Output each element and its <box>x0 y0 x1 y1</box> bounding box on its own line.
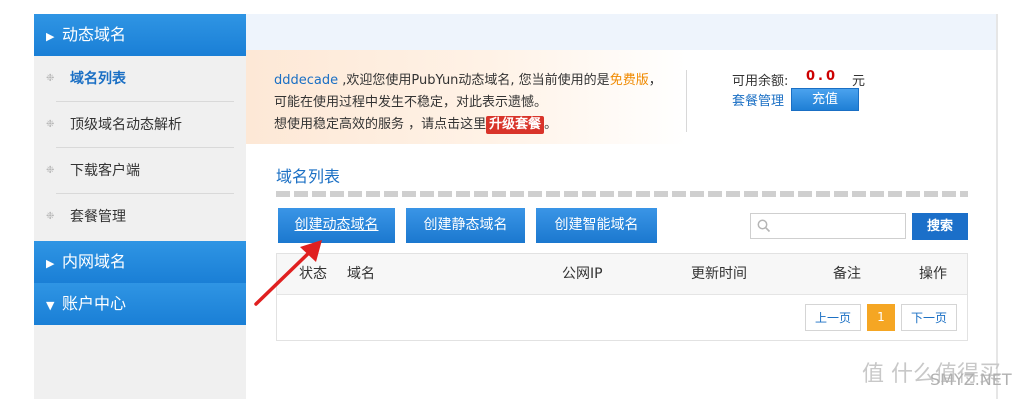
sidebar-section-label: 内网域名 <box>62 252 127 271</box>
search-button[interactable]: 搜索 <box>912 213 968 240</box>
sidebar-item-top-domain-dns[interactable]: ❉ 顶级域名动态解析 <box>34 102 246 148</box>
upgrade-prompt: 想使用稳定高效的服务 ，请点击这里 <box>274 117 487 132</box>
triangle-right-icon: ▶ <box>46 30 55 43</box>
sidebar-section-label: 动态域名 <box>62 25 127 44</box>
sidebar-item-domain-list[interactable]: ❉ 域名列表 <box>34 56 246 102</box>
sidebar: ▶ 动态域名 ❉ 域名列表 ❉ 顶级域名动态解析 ❉ 下载客户端 ❉ 套餐管理 ▶… <box>34 14 246 399</box>
bullet-icon: ❉ <box>46 73 55 84</box>
sidebar-section-label: 账户中心 <box>62 294 127 313</box>
column-header-domain: 域名 <box>347 266 375 282</box>
create-dynamic-domain-button[interactable]: 创建动态域名 <box>278 208 395 243</box>
welcome-notice: dddecade ,欢迎您使用PubYun动态域名, 您当前使用的是免费版，可能… <box>246 50 686 144</box>
watermark: 值 什么值得买 SMYZ.NET <box>862 356 1022 392</box>
recharge-button[interactable]: 充值 <box>791 88 859 111</box>
bullet-icon: ❉ <box>46 165 55 176</box>
welcome-text: ,欢迎您使用PubYun动态域名, 您当前使用的是 <box>338 73 610 88</box>
prev-page-button[interactable]: 上一页 <box>805 304 861 331</box>
next-page-button[interactable]: 下一页 <box>901 304 957 331</box>
balance-unit: 元 <box>852 74 866 89</box>
upgrade-plan-button[interactable]: 升级套餐 <box>486 116 545 134</box>
balance-label: 可用余额: <box>732 74 789 89</box>
bullet-icon: ❉ <box>46 119 55 130</box>
table-header: 状态 域名 公网IP 更新时间 备注 操作 <box>277 254 967 295</box>
sidebar-item-label: 下载客户端 <box>70 163 140 179</box>
triangle-down-icon: ▼ <box>46 299 55 312</box>
column-header-update-time: 更新时间 <box>691 266 747 282</box>
search-input[interactable] <box>775 216 907 238</box>
sidebar-section-account[interactable]: ▼ 账户中心 <box>34 283 246 325</box>
triangle-right-icon: ▶ <box>46 257 55 270</box>
dashed-divider <box>276 191 968 197</box>
watermark-site: SMYZ.NET <box>930 370 1012 389</box>
column-header-actions: 操作 <box>919 266 947 282</box>
sidebar-item-plan-management[interactable]: ❉ 套餐管理 <box>34 194 246 240</box>
create-smart-domain-button[interactable]: 创建智能域名 <box>536 208 657 243</box>
username-link[interactable]: dddecade <box>274 73 338 88</box>
domain-table: 状态 域名 公网IP 更新时间 备注 操作 上一页 1 下一页 <box>276 253 968 341</box>
sidebar-section-intranet[interactable]: ▶ 内网域名 <box>34 241 246 283</box>
plan-name: 免费版 <box>609 73 649 88</box>
right-border <box>996 14 998 399</box>
notice-text: dddecade ,欢迎您使用PubYun动态域名, 您当前使用的是免费版，可能… <box>274 70 674 136</box>
sidebar-item-label: 套餐管理 <box>70 209 126 225</box>
column-header-status: 状态 <box>299 266 327 282</box>
sidebar-item-download-client[interactable]: ❉ 下载客户端 <box>34 148 246 194</box>
sidebar-item-label: 顶级域名动态解析 <box>70 117 182 133</box>
create-static-domain-button[interactable]: 创建静态域名 <box>406 208 525 243</box>
column-header-public-ip: 公网IP <box>562 266 603 282</box>
top-strip <box>246 14 996 50</box>
search-icon <box>757 219 771 233</box>
sidebar-item-label: 域名列表 <box>70 71 126 87</box>
page-number-button[interactable]: 1 <box>867 304 895 331</box>
bullet-icon: ❉ <box>46 211 55 222</box>
sidebar-section-dynamic-dns[interactable]: ▶ 动态域名 <box>34 14 246 56</box>
search-box <box>750 213 907 239</box>
balance-value: 0.0 <box>806 69 839 84</box>
column-header-remark: 备注 <box>833 266 861 282</box>
upgrade-suffix: 。 <box>544 117 558 132</box>
divider <box>686 70 687 132</box>
page-title: 域名列表 <box>276 167 341 186</box>
plan-management-link[interactable]: 套餐管理 <box>732 90 784 109</box>
